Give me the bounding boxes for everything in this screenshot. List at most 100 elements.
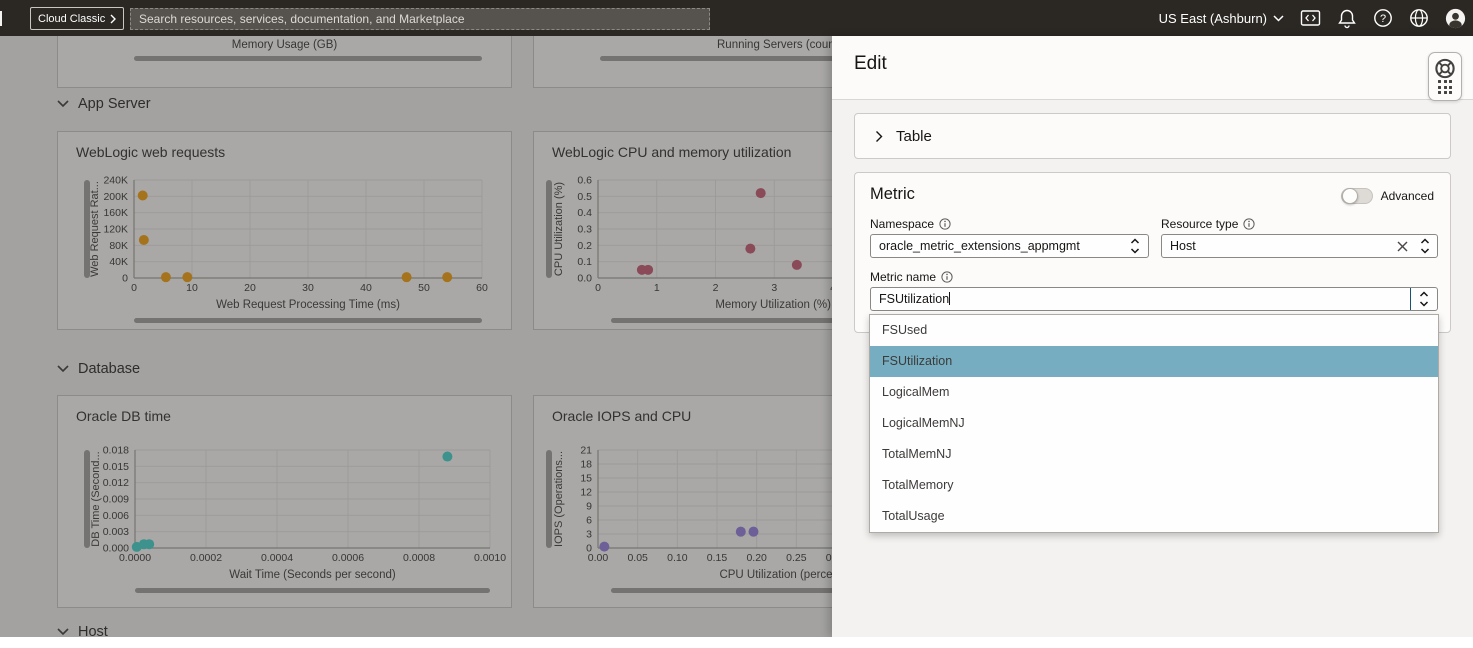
svg-text:0: 0 (122, 273, 128, 285)
svg-text:0.0010: 0.0010 (474, 552, 506, 564)
svg-text:6: 6 (586, 515, 592, 527)
chart-title: Oracle DB time (76, 408, 171, 424)
section-app-server[interactable]: App Server (57, 96, 151, 112)
svg-text:CPU Utilization (%): CPU Utilization (%) (553, 182, 565, 276)
cloud-classic-button[interactable]: Cloud Classic (30, 7, 124, 30)
chevron-down-icon (57, 628, 69, 636)
svg-text:40K: 40K (109, 256, 128, 268)
svg-text:Wait Time (Seconds per second): Wait Time (Seconds per second) (229, 569, 396, 581)
metric-name-value: FSUtilization (871, 292, 1410, 306)
svg-text:30: 30 (302, 282, 314, 294)
svg-text:0.0008: 0.0008 (403, 552, 435, 564)
svg-text:0.0002: 0.0002 (190, 552, 222, 564)
svg-text:Memory Utilization (%): Memory Utilization (%) (715, 299, 831, 311)
metric-option-FSUtilization[interactable]: FSUtilization (870, 346, 1438, 377)
chart-title: Oracle IOPS and CPU (552, 408, 691, 424)
metric-option-LogicalMem[interactable]: LogicalMem (870, 377, 1438, 408)
chart-hscroll[interactable] (600, 56, 832, 61)
svg-text:2: 2 (713, 282, 719, 294)
svg-text:80K: 80K (109, 240, 128, 252)
metric-option-LogicalMemNJ[interactable]: LogicalMemNJ (870, 408, 1438, 439)
advanced-toggle[interactable] (1341, 188, 1373, 204)
metric-name-dropdown: FSUsedFSUtilizationLogicalMemLogicalMemN… (869, 314, 1439, 533)
metric-name-input[interactable]: FSUtilization (870, 287, 1438, 311)
advanced-toggle-group: Advanced (1341, 188, 1434, 204)
svg-text:0.012: 0.012 (103, 477, 129, 489)
section-label: App Server (78, 96, 151, 112)
namespace-select[interactable]: oracle_metric_extensions_appmgmt (870, 234, 1149, 258)
metric-option-TotalMemory[interactable]: TotalMemory (870, 470, 1438, 501)
svg-text:15: 15 (580, 473, 592, 485)
svg-text:9: 9 (586, 501, 592, 513)
table-section[interactable]: Table (854, 113, 1451, 159)
svg-text:18: 18 (580, 459, 592, 471)
svg-text:0.1: 0.1 (577, 256, 592, 268)
svg-text:200K: 200K (103, 191, 128, 203)
svg-text:3: 3 (771, 282, 777, 294)
svg-text:12: 12 (580, 487, 592, 499)
section-database[interactable]: Database (57, 361, 140, 377)
chart-title: WebLogic web requests (76, 144, 225, 160)
svg-text:0.05: 0.05 (627, 552, 648, 564)
search-input[interactable] (130, 8, 710, 30)
oracle-db-time-chart: 0.0000.0030.0060.0090.0120.0150.0180.000… (58, 438, 513, 600)
metric-option-TotalUsage[interactable]: TotalUsage (870, 501, 1438, 532)
updown-icon[interactable] (1411, 288, 1437, 310)
help-icon[interactable]: ? (1373, 8, 1393, 28)
svg-text:0: 0 (595, 282, 601, 294)
info-icon[interactable] (941, 271, 953, 283)
console-icon[interactable] (1300, 8, 1321, 28)
region-selector[interactable]: US East (Ashburn) (1159, 11, 1284, 26)
oracle-db-time-card[interactable]: Oracle DB time 0.0000.0030.0060.0090.012… (57, 395, 512, 608)
metric-option-FSUsed[interactable]: FSUsed (870, 315, 1438, 346)
chevron-right-icon (875, 130, 883, 143)
info-icon[interactable] (939, 218, 951, 230)
table-section-label: Table (896, 128, 932, 145)
memory-usage-chart-card[interactable]: Memory Usage (GB) (57, 36, 512, 88)
help-apps-button[interactable] (1428, 52, 1462, 101)
menu-icon[interactable] (0, 11, 2, 26)
life-ring-icon (1433, 57, 1457, 80)
svg-text:3: 3 (586, 529, 592, 541)
svg-text:0.10: 0.10 (667, 552, 688, 564)
resource-type-label: Resource type (1161, 217, 1255, 231)
resource-type-select[interactable]: Host (1161, 234, 1438, 258)
drawer-header (832, 36, 1473, 99)
updown-icon[interactable] (1413, 235, 1437, 257)
resource-type-value: Host (1162, 239, 1391, 253)
svg-text:IOPS (Operations...: IOPS (Operations... (553, 451, 565, 547)
weblogic-cpu-memory-card[interactable]: WebLogic CPU and memory utilization 0.00… (533, 131, 832, 330)
section-host[interactable]: Host (57, 624, 108, 637)
chevron-down-icon (57, 365, 69, 373)
svg-text:240K: 240K (103, 175, 128, 187)
updown-icon[interactable] (1122, 235, 1148, 257)
metric-name-label: Metric name (870, 270, 953, 284)
running-servers-chart-card[interactable]: Running Servers (count (533, 36, 832, 88)
avatar[interactable] (1445, 8, 1466, 29)
oracle-iops-cpu-chart: 0369121518210.000.050.100.150.200.250.30… (534, 438, 832, 600)
chevron-down-icon (1273, 15, 1284, 22)
svg-text:0.0006: 0.0006 (332, 552, 364, 564)
svg-text:40: 40 (360, 282, 372, 294)
svg-text:20: 20 (244, 282, 256, 294)
svg-text:0.003: 0.003 (103, 526, 129, 538)
metric-option-TotalMemNJ[interactable]: TotalMemNJ (870, 439, 1438, 470)
svg-text:0.006: 0.006 (103, 510, 129, 522)
weblogic-web-requests-card[interactable]: WebLogic web requests 040K80K120K160K200… (57, 131, 512, 330)
svg-text:10: 10 (186, 282, 198, 294)
drawer-title: Edit (854, 53, 887, 75)
page-bottom (0, 637, 1473, 648)
svg-text:CPU Utilization (percent): CPU Utilization (percent) (719, 569, 832, 581)
svg-text:0.0000: 0.0000 (119, 552, 151, 564)
chart-hscroll[interactable] (134, 56, 482, 61)
namespace-value: oracle_metric_extensions_appmgmt (871, 239, 1122, 253)
metric-heading: Metric (870, 185, 915, 204)
language-icon[interactable] (1409, 8, 1429, 28)
running-servers-xlabel: Running Servers (count (717, 39, 832, 51)
clear-icon[interactable] (1391, 235, 1413, 257)
info-icon[interactable] (1243, 218, 1255, 230)
oracle-iops-cpu-card[interactable]: Oracle IOPS and CPU 0369121518210.000.05… (533, 395, 832, 608)
notifications-icon[interactable] (1337, 8, 1357, 29)
advanced-label: Advanced (1381, 189, 1434, 203)
text-caret (949, 292, 950, 305)
